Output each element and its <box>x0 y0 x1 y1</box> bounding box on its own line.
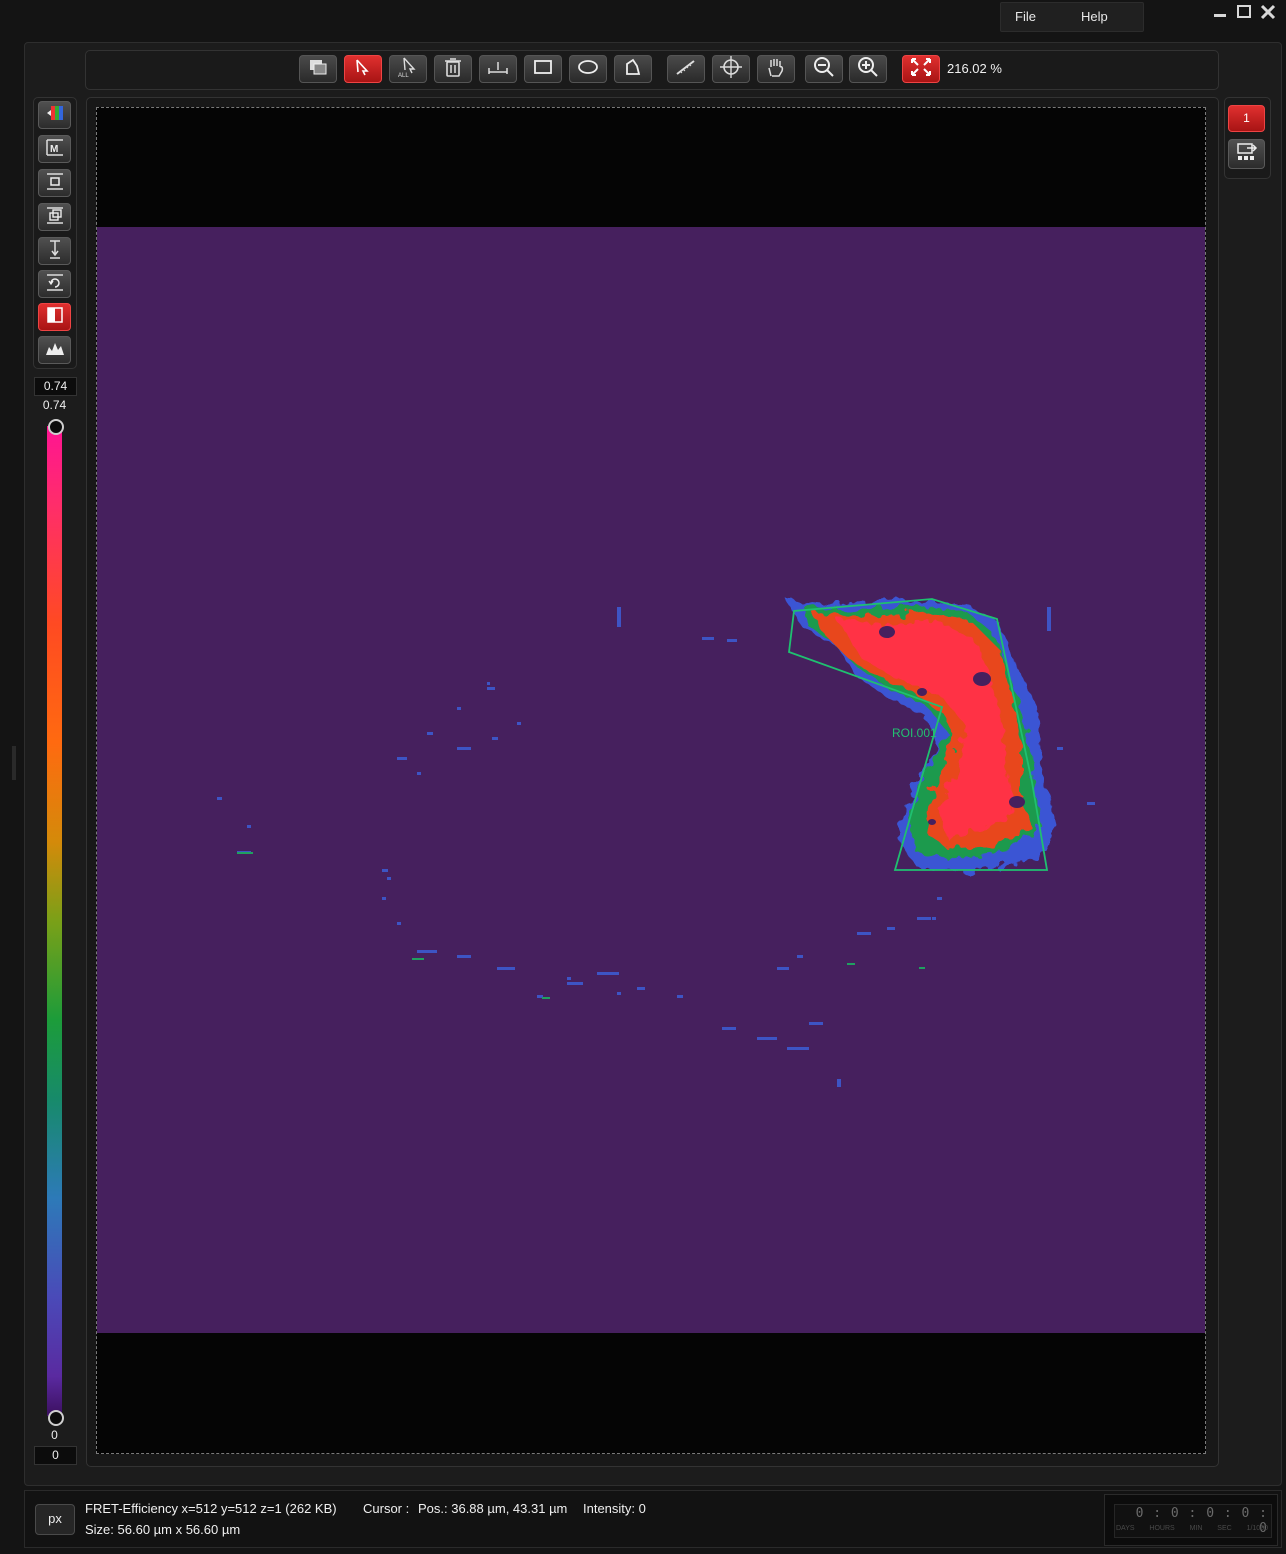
export-grid-icon <box>1235 141 1259 168</box>
histogram-button[interactable] <box>38 336 71 364</box>
polygon-roi-icon <box>622 57 644 82</box>
histogram-icon <box>44 338 66 363</box>
max-projection-icon: M <box>44 136 66 163</box>
panel-resize-handle[interactable] <box>12 746 16 780</box>
fit-to-window-button[interactable] <box>902 55 940 83</box>
z-position-button[interactable] <box>38 237 71 265</box>
minimize-icon[interactable] <box>1211 4 1229 20</box>
lut-colorbar <box>47 426 62 1416</box>
select-all-button[interactable]: ALL <box>389 55 427 83</box>
menu-file[interactable]: File <box>1015 9 1036 24</box>
cursor-intensity: Intensity: 0 <box>583 1501 646 1516</box>
ellipse-roi-button[interactable] <box>569 55 607 83</box>
menu-bar: File Help <box>1000 2 1144 32</box>
rectangle-roi-icon <box>532 57 554 82</box>
status-bar <box>24 1490 1282 1548</box>
menu-help[interactable]: Help <box>1081 9 1108 24</box>
pointer-select-icon <box>352 57 374 82</box>
stack-layer-icon <box>44 170 66 197</box>
export-layout-button[interactable] <box>1228 139 1265 169</box>
rotate-view-icon <box>44 271 66 298</box>
timer-unit-ms: 1/1000 <box>1246 1525 1268 1532</box>
unit-toggle-button[interactable]: px <box>35 1504 75 1535</box>
crosshair-button[interactable] <box>712 55 750 83</box>
z-position-icon <box>44 238 66 265</box>
close-icon[interactable] <box>1259 4 1277 20</box>
ruler-button[interactable] <box>667 55 705 83</box>
overlay-images-button[interactable] <box>299 55 337 83</box>
stack-layer-button[interactable] <box>38 169 71 197</box>
select-all-icon: ALL <box>396 56 420 83</box>
max-projection-button[interactable]: M <box>38 135 71 163</box>
lut-max-label: 0.74 <box>42 398 67 412</box>
pan-hand-icon <box>765 56 787 83</box>
cell-outline-speckle-green <box>237 852 925 999</box>
stack-multi-icon <box>44 204 66 231</box>
channel-1-button[interactable]: 1 <box>1228 105 1265 132</box>
image-size: Size: 56.60 µm x 56.60 µm <box>85 1522 241 1537</box>
rectangle-roi-button[interactable] <box>524 55 562 83</box>
delete-button[interactable] <box>434 55 472 83</box>
ellipse-roi-icon <box>577 57 599 82</box>
svg-text:ALL: ALL <box>398 73 409 78</box>
overlay-images-icon <box>307 57 329 82</box>
timer-unit-sec: SEC <box>1217 1525 1232 1532</box>
ruler-icon <box>674 56 698 83</box>
split-view-button[interactable] <box>38 303 71 331</box>
timer-unit-hours: HOURS <box>1149 1525 1175 1532</box>
zoom-out-button[interactable] <box>805 55 843 83</box>
lut-min-handle[interactable] <box>48 1410 64 1426</box>
zoom-out-icon <box>812 55 836 84</box>
zoom-level: 216.02 % <box>947 61 1002 76</box>
rotate-view-button[interactable] <box>38 270 71 298</box>
lut-max-input[interactable]: 0.74 <box>34 377 77 396</box>
lut-min-label: 0 <box>51 1428 58 1442</box>
cursor-label: Cursor : <box>363 1501 410 1516</box>
delete-trash-icon <box>442 56 464 83</box>
stack-multi-button[interactable] <box>38 203 71 231</box>
zoom-in-icon <box>856 55 880 84</box>
cursor-position: Pos.: 36.88 µm, 43.31 µm <box>418 1501 568 1516</box>
lut-max-handle[interactable] <box>48 419 64 435</box>
line-profile-icon <box>486 56 510 83</box>
pointer-select-button[interactable] <box>344 55 382 83</box>
timer-unit-min: MIN <box>1189 1525 1203 1532</box>
polygon-roi-button[interactable] <box>614 55 652 83</box>
timer-units: DAYS HOURS MIN SEC 1/1000 <box>1116 1525 1268 1532</box>
zoom-in-button[interactable] <box>849 55 887 83</box>
lut-min-input[interactable]: 0 <box>34 1446 77 1465</box>
svg-text:M: M <box>50 144 58 155</box>
pan-button[interactable] <box>757 55 795 83</box>
toolbar <box>85 50 1219 90</box>
line-profile-button[interactable] <box>479 55 517 83</box>
fret-overlay <box>217 598 1095 1087</box>
timer-unit-days: DAYS <box>1116 1525 1135 1532</box>
color-lut-icon <box>45 103 65 128</box>
maximize-icon[interactable] <box>1235 4 1253 20</box>
color-lut-button[interactable] <box>38 101 71 129</box>
split-view-icon <box>45 305 65 330</box>
roi-label: ROI.001 <box>892 726 937 740</box>
fit-to-window-icon <box>909 56 933 83</box>
crosshair-icon <box>719 55 743 84</box>
image-info: FRET-Efficiency x=512 y=512 z=1 (262 KB) <box>85 1501 337 1516</box>
